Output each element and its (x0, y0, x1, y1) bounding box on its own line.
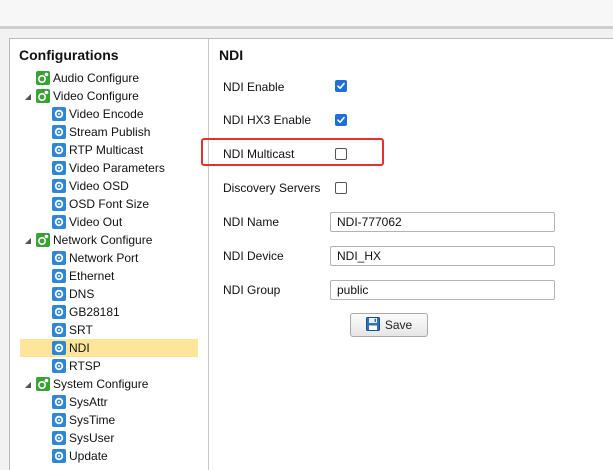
tree-item-label: Stream Publish (69, 125, 151, 139)
ndi-hx3-enable-label: NDI HX3 Enable (223, 113, 312, 127)
tree-item-gb28181[interactable]: GB28181 (20, 303, 198, 321)
tree-item-video-encode[interactable]: Video Encode (20, 105, 198, 123)
tree-item-rtsp[interactable]: RTSP (20, 357, 198, 375)
gear-icon (52, 197, 66, 211)
tree-item-label: Network Configure (53, 233, 153, 247)
gear-icon (52, 323, 66, 337)
tree-item-sysuser[interactable]: SysUser (20, 429, 198, 447)
top-bar (0, 0, 613, 29)
gear-icon (52, 269, 66, 283)
gear-folder-icon (36, 233, 50, 247)
gear-icon (52, 287, 66, 301)
gear-icon (52, 413, 66, 427)
tree-item-label: Video Encode (69, 107, 144, 121)
tree-item-sysattr[interactable]: SysAttr (20, 393, 198, 411)
gear-icon (52, 107, 66, 121)
checkmark-icon (337, 82, 345, 89)
ndi-group-label: NDI Group (223, 283, 281, 297)
collapse-triangle-icon[interactable]: ◢ (23, 92, 33, 101)
ndi-enable-checkbox[interactable] (335, 80, 347, 92)
gear-folder-icon (36, 89, 50, 103)
ndi-multicast-label: NDI Multicast (223, 147, 295, 161)
config-panel: Configurations Audio Configure ◢ Video Con… (9, 38, 613, 470)
discovery-servers-checkbox[interactable] (335, 182, 347, 194)
tree-item-label: SysTime (69, 413, 116, 427)
gear-icon (52, 179, 66, 193)
gear-icon (52, 395, 66, 409)
tree-item-label: SysUser (69, 431, 115, 445)
tree-item-systime[interactable]: SysTime (20, 411, 198, 429)
tree-item-srt[interactable]: SRT (20, 321, 198, 339)
tree-item-stream-publish[interactable]: Stream Publish (20, 123, 198, 141)
tree-item-video-parameters[interactable]: Video Parameters (20, 159, 198, 177)
ndi-settings: NDI NDI Enable NDI HX3 Enable NDI Multic… (201, 39, 613, 470)
tree-item-label: RTSP (69, 359, 101, 373)
ndi-name-input[interactable] (330, 212, 555, 232)
tree-item-network-port[interactable]: Network Port (20, 249, 198, 267)
tree-item-label: Video OSD (69, 179, 129, 193)
sidebar: Configurations Audio Configure ◢ Video Con… (10, 39, 209, 470)
tree-item-label: Video Parameters (69, 161, 165, 175)
sidebar-title: Configurations (19, 47, 119, 63)
tree-item-video-osd[interactable]: Video OSD (20, 177, 198, 195)
ndi-group-input[interactable] (330, 280, 555, 300)
tree-item-network-configure[interactable]: ◢ Network Configure (23, 231, 208, 249)
checkmark-icon (337, 116, 345, 123)
gear-icon (52, 449, 66, 463)
tree-item-ndi[interactable]: NDI (20, 339, 198, 357)
tree-item-video-configure[interactable]: ◢ Video Configure (23, 87, 208, 105)
gear-icon (52, 215, 66, 229)
ndi-enable-label: NDI Enable (223, 80, 285, 94)
gear-folder-icon (36, 71, 50, 85)
gear-icon (52, 125, 66, 139)
collapse-triangle-icon[interactable]: ◢ (23, 236, 33, 245)
discovery-servers-label: Discovery Servers (223, 181, 321, 195)
gear-icon (52, 341, 66, 355)
tree-item-osd-font-size[interactable]: OSD Font Size (20, 195, 198, 213)
ndi-device-input[interactable] (330, 246, 555, 266)
tree-item-label: Video Configure (53, 89, 139, 103)
save-button[interactable]: Save (350, 313, 428, 337)
ndi-device-label: NDI Device (223, 249, 284, 263)
tree-item-label: SysAttr (69, 395, 108, 409)
tree-item-label: DNS (69, 287, 95, 301)
gear-icon (52, 251, 66, 265)
save-button-label: Save (384, 318, 413, 332)
gear-icon (52, 305, 66, 319)
tree-item-rtp-multicast[interactable]: RTP Multicast (20, 141, 198, 159)
tree-item-dns[interactable]: DNS (20, 285, 198, 303)
gear-icon (52, 431, 66, 445)
floppy-disk-icon (365, 316, 380, 334)
page-title: NDI (219, 47, 244, 63)
tree-item-label: SRT (69, 323, 93, 337)
gear-icon (52, 161, 66, 175)
gear-icon (52, 359, 66, 373)
tree-item-ethernet[interactable]: Ethernet (20, 267, 198, 285)
tree-item-update[interactable]: Update (20, 447, 198, 465)
tree-item-video-out[interactable]: Video Out (20, 213, 198, 231)
tree-item-label: Ethernet (69, 269, 115, 283)
tree-item-label: RTP Multicast (69, 143, 144, 157)
tree-item-label: Update (69, 449, 108, 463)
tree-item-label: NDI (69, 341, 90, 355)
ndi-hx3-enable-checkbox[interactable] (335, 114, 347, 126)
tree-item-label: Video Out (69, 215, 123, 229)
tree-item-label: GB28181 (69, 305, 120, 319)
gear-folder-icon (36, 377, 50, 391)
tree-item-label: OSD Font Size (69, 197, 150, 211)
ndi-multicast-checkbox[interactable] (335, 148, 347, 160)
tree-item-label: System Configure (53, 377, 149, 391)
ndi-name-label: NDI Name (223, 215, 280, 229)
tree-item-audio-configure[interactable]: Audio Configure (23, 69, 208, 87)
tree-item-label: Audio Configure (53, 71, 140, 85)
tree-item-label: Network Port (69, 251, 139, 265)
gear-icon (52, 143, 66, 157)
collapse-triangle-icon[interactable]: ◢ (23, 380, 33, 389)
tree-item-system-configure[interactable]: ◢ System Configure (23, 375, 208, 393)
